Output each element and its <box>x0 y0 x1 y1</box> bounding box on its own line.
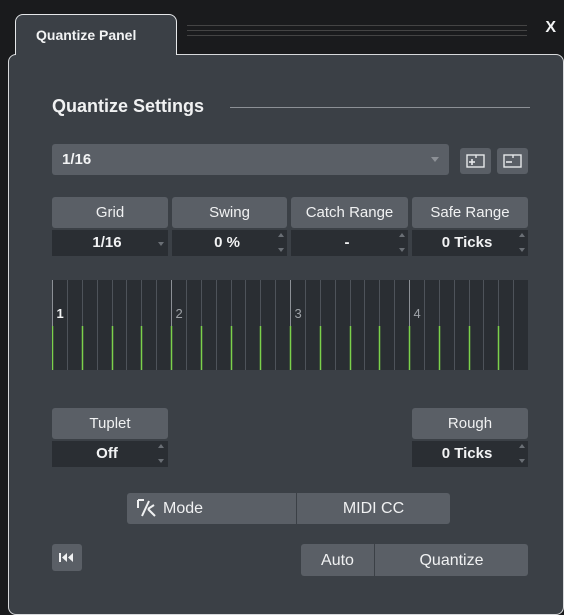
mode-button[interactable]: Mode <box>127 493 296 524</box>
safe-range-value-field[interactable]: 0 Ticks <box>412 230 528 256</box>
catch-range-value-field[interactable]: - <box>291 230 408 256</box>
safe-range-value: 0 Ticks <box>441 234 493 251</box>
spin-down-icon <box>399 248 405 252</box>
auto-label: Auto <box>321 552 354 569</box>
tuplet-value-field[interactable]: Off <box>52 441 168 467</box>
rough-value-field[interactable]: 0 Ticks <box>412 441 528 467</box>
iterative-mode-icon <box>137 499 156 517</box>
spin-down-icon <box>519 459 525 463</box>
rough-button[interactable]: Rough <box>412 408 528 439</box>
title-grip[interactable] <box>187 25 527 26</box>
swing-value: 0 % <box>214 234 240 251</box>
add-preset-icon <box>466 154 485 168</box>
spin-up-icon <box>519 233 525 237</box>
chevron-down-icon <box>158 242 164 246</box>
reset-quantize-button[interactable] <box>52 544 82 571</box>
quantize-label: Quantize <box>419 552 484 569</box>
spin-up-icon <box>519 444 525 448</box>
spin-down-icon <box>519 248 525 252</box>
spin-down-icon <box>278 248 284 252</box>
rough-value: 0 Ticks <box>441 445 493 462</box>
close-button[interactable]: X <box>545 19 556 37</box>
mode-label: Mode <box>163 500 204 517</box>
grid-beat-label: 1 <box>57 306 64 321</box>
swing-value-field[interactable]: 0 % <box>172 230 287 256</box>
spin-down-icon <box>158 459 164 463</box>
tab-label: Quantize Panel <box>36 27 137 43</box>
tuplet-button[interactable]: Tuplet <box>52 408 168 439</box>
remove-preset-icon <box>503 154 522 168</box>
tuplet-value: Off <box>96 445 118 462</box>
grid-button[interactable]: Grid <box>52 197 168 228</box>
section-title: Quantize Settings <box>52 96 205 116</box>
grid-display-canvas: 1 2 3 4 <box>51 280 514 370</box>
catch-range-button[interactable]: Catch Range <box>291 197 408 228</box>
swing-button[interactable]: Swing <box>172 197 287 228</box>
mode-button-group: Mode MIDI CC <box>127 493 450 524</box>
quantize-grid-display[interactable]: 1 2 3 4 <box>51 280 528 370</box>
chevron-down-icon <box>431 157 439 162</box>
midi-cc-button[interactable]: MIDI CC <box>297 493 450 524</box>
auto-button[interactable]: Auto <box>301 544 374 576</box>
safe-range-button[interactable]: Safe Range <box>412 197 528 228</box>
spin-up-icon <box>278 233 284 237</box>
go-to-start-icon <box>59 553 73 562</box>
quantize-action-group: Auto Quantize <box>301 544 528 576</box>
spin-up-icon <box>399 233 405 237</box>
remove-preset-button[interactable] <box>497 148 528 174</box>
grid-value: 1/16 <box>92 234 122 251</box>
add-preset-button[interactable] <box>460 148 491 174</box>
grid-beat-label: 4 <box>414 306 421 321</box>
tab-quantize-panel[interactable]: Quantize Panel <box>15 14 177 55</box>
quantize-preset-dropdown[interactable]: 1/16 <box>52 144 449 175</box>
quantize-button[interactable]: Quantize <box>375 544 528 576</box>
midi-cc-label: MIDI CC <box>342 500 405 517</box>
grid-value-field[interactable]: 1/16 <box>52 230 168 256</box>
catch-range-value: - <box>344 234 350 251</box>
section-divider <box>230 107 530 108</box>
grid-beat-label: 3 <box>295 306 302 321</box>
preset-value: 1/16 <box>62 151 92 168</box>
spin-up-icon <box>158 444 164 448</box>
grid-beat-label: 2 <box>176 306 183 321</box>
